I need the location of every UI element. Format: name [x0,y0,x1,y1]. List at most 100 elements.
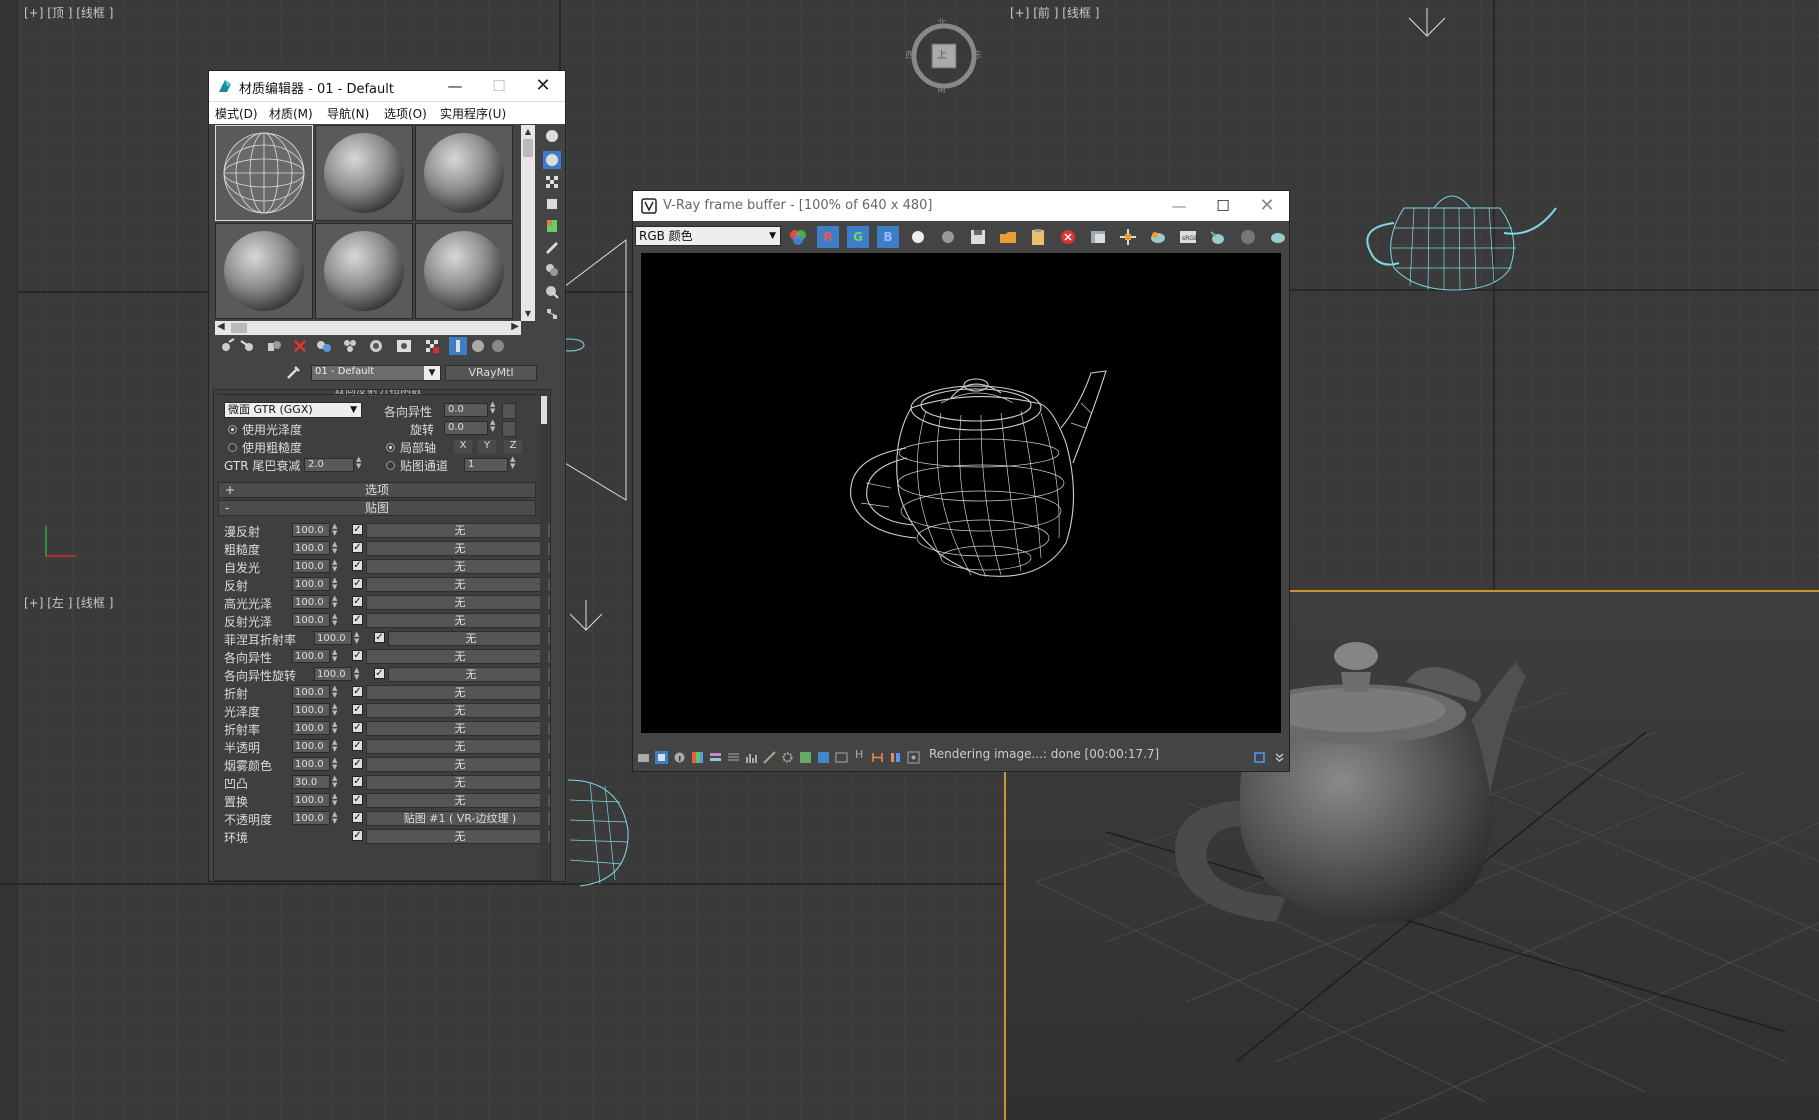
select-by-material-icon[interactable] [543,283,561,301]
map-amount-field[interactable]: 100.0 [292,595,330,609]
make-unique-icon[interactable] [315,337,333,355]
region-render-icon[interactable] [1087,226,1109,248]
render-last-icon[interactable] [1147,226,1169,248]
clear-icon[interactable] [1027,226,1049,248]
map-channel-field[interactable]: 1 [464,458,508,472]
close-button[interactable]: ✕ [1245,191,1289,221]
map-amount-field[interactable]: 100.0 [292,811,330,825]
scroll-right-arrow[interactable]: ▶ [511,321,519,332]
map-amount-field[interactable]: 100.0 [292,721,330,735]
options-rollout-header[interactable]: + 选项 [218,482,536,498]
put-material-to-scene-icon[interactable] [239,337,257,355]
viewport-label-front[interactable]: [+] [前 ] [线框 ] [1010,4,1099,21]
map-enable-checkbox[interactable]: ✓ [352,794,363,805]
chevron-down-icon[interactable]: ▼ [424,366,440,380]
map-amount-field[interactable]: 100.0 [292,613,330,627]
sample-slot-3[interactable] [415,125,513,221]
map-slot-button[interactable]: 无 [366,595,550,610]
parameters-panel[interactable]: 双向反射分布函数 微面 GTR (GGX) ▼ 各向异性 0.0 ▲ ▼ 使用光泽… [213,389,551,881]
minimize-button[interactable]: — [433,71,477,101]
slot-horizontal-scrollbar[interactable]: ◀ ▶ [215,321,521,335]
spinner-icon[interactable]: ▲ ▼ [332,649,340,663]
sample-slot-2[interactable] [315,125,413,221]
icc-icon[interactable] [835,751,848,764]
map-slot-button[interactable]: 无 [366,613,550,628]
pick-material-icon[interactable] [489,337,507,355]
anisotropy-map-button[interactable] [502,403,516,419]
menu-navigation[interactable]: 导航(N) [327,105,369,122]
lut-icon[interactable] [799,751,812,764]
parameters-scrollbar[interactable] [540,390,548,880]
show-end-result-icon[interactable] [423,337,441,355]
get-material-icon[interactable] [219,337,237,355]
map-enable-checkbox[interactable]: ✓ [352,650,363,661]
map-amount-field[interactable]: 100.0 [292,793,330,807]
levels-icon[interactable] [709,751,722,764]
spinner-icon[interactable]: ▲ ▼ [332,757,340,771]
spinner-icon[interactable]: ▲ ▼ [332,685,340,699]
spinner-icon[interactable]: ▲ ▼ [332,721,340,735]
maximize-button[interactable]: ☐ [1201,191,1245,221]
blue-channel-button[interactable]: B [877,226,899,248]
go-to-parent-icon[interactable] [449,337,467,355]
sample-slot-6[interactable] [415,223,513,319]
show-map-in-viewport-icon[interactable] [395,337,413,355]
map-amount-field[interactable]: 100.0 [292,685,330,699]
track-mouse-icon[interactable] [1117,226,1139,248]
map-enable-checkbox[interactable]: ✓ [352,686,363,697]
map-enable-checkbox[interactable]: ✓ [352,524,363,535]
save-icon[interactable] [967,226,989,248]
info-icon[interactable] [673,751,686,764]
map-slot-button[interactable]: 无 [366,559,550,574]
alpha-white-icon[interactable] [907,226,929,248]
render-disabled-icon[interactable] [1237,226,1259,248]
close-button[interactable]: ✕ [521,71,565,101]
put-to-library-icon[interactable] [341,337,359,355]
sample-type-sphere-icon[interactable] [543,127,561,145]
map-amount-field[interactable]: 100.0 [292,523,330,537]
maps-rollout-header[interactable]: - 贴图 [218,500,536,516]
fit-window-icon[interactable] [1253,751,1266,764]
map-enable-checkbox[interactable]: ✓ [352,542,363,553]
sample-slot-5[interactable] [315,223,413,319]
map-slot-button[interactable]: 无 [366,721,550,736]
material-editor-window[interactable]: 材质编辑器 - 01 - Default — ☐ ✕ 模式(D) 材质(M) 导… [208,70,566,882]
curves-icon[interactable] [727,751,740,764]
map-amount-field[interactable]: 100.0 [292,541,330,555]
local-axis-radio[interactable] [386,443,395,452]
reset-map-icon[interactable] [291,337,309,355]
map-channel-radio[interactable] [386,461,395,470]
settings-gear-icon[interactable] [781,751,794,764]
scroll-left-arrow[interactable]: ◀ [217,321,225,332]
make-preview-icon[interactable] [543,239,561,257]
map-enable-checkbox[interactable]: ✓ [352,758,363,769]
axis-z-button[interactable]: Z [504,440,522,454]
eyedropper-icon[interactable] [285,363,303,381]
stamp-icon[interactable] [889,751,902,764]
map-slot-button[interactable]: 无 [366,739,550,754]
h-icon[interactable]: H [855,748,868,761]
assign-material-icon[interactable] [265,337,283,355]
material-type-button[interactable]: VRayMtl [445,365,537,381]
uv-tiling-icon[interactable] [543,195,561,213]
scroll-thumb[interactable] [523,139,533,157]
map-slot-button[interactable]: 无 [366,541,550,556]
spinner-icon[interactable]: ▲ ▼ [356,456,361,470]
mono-icon[interactable] [937,226,959,248]
map-slot-button[interactable]: 无 [366,685,550,700]
sample-slot-4[interactable] [215,223,313,319]
spinner-icon[interactable]: ▲ ▼ [332,595,340,609]
exposure-icon[interactable] [763,751,776,764]
vray-titlebar[interactable]: V-Ray frame buffer - [100% of 640 x 480]… [633,191,1289,221]
compare-ab-icon[interactable] [871,751,884,764]
scroll-up-arrow[interactable]: ▲ [521,125,535,139]
map-amount-field[interactable]: 100.0 [292,577,330,591]
map-enable-checkbox[interactable]: ✓ [352,614,363,625]
ocio-icon[interactable] [817,751,830,764]
map-slot-button[interactable]: 无 [366,523,550,538]
map-amount-field[interactable]: 100.0 [292,757,330,771]
spinner-icon[interactable]: ▲ ▼ [332,523,340,537]
material-map-navigator-icon[interactable] [543,305,561,323]
map-slot-button[interactable]: 无 [366,793,550,808]
spinner-icon[interactable]: ▲ ▼ [332,559,340,573]
